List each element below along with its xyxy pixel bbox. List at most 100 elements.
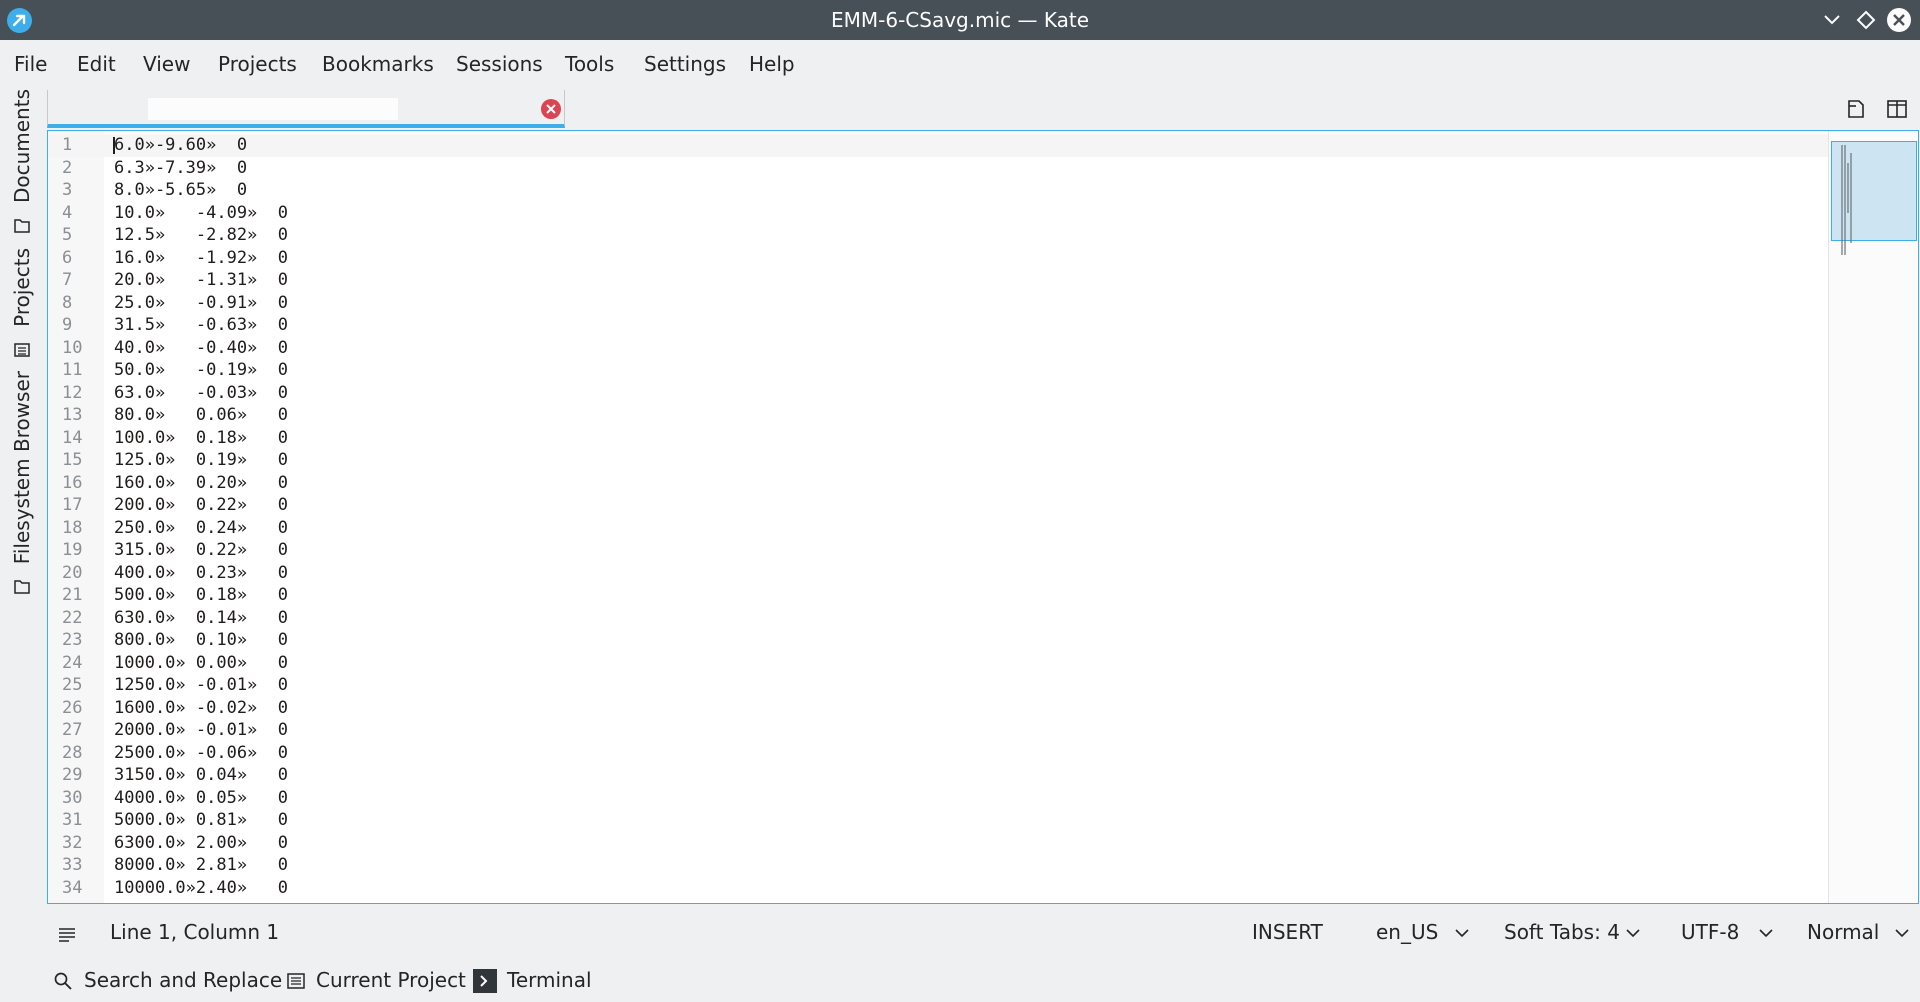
menu-bookmarks[interactable]: Bookmarks xyxy=(322,40,434,88)
line-text[interactable]: 80.0» 0.06» 0 xyxy=(114,404,288,427)
editor-line[interactable]: 23 800.0» 0.10» 0 xyxy=(48,629,1828,652)
editor-line[interactable]: 5 12.5» -2.82» 0 xyxy=(48,224,1828,247)
encoding-selector[interactable]: UTF-8 xyxy=(1681,906,1739,958)
sidebar-tab-filesystem-browser[interactable]: Filesystem Browser xyxy=(0,367,44,604)
editor-line[interactable]: 6 16.0» -1.92» 0 xyxy=(48,247,1828,270)
editor-line[interactable]: 2 6.3»-7.39» 0 xyxy=(48,157,1828,180)
line-text[interactable]: 200.0» 0.22» 0 xyxy=(114,494,288,517)
editor-line[interactable]: 4 10.0» -4.09» 0 xyxy=(48,202,1828,225)
line-text[interactable]: 10.0» -4.09» 0 xyxy=(114,202,288,225)
chevron-down-icon[interactable] xyxy=(1894,925,1910,939)
edit-mode[interactable]: INSERT xyxy=(1252,906,1323,958)
document-tab[interactable] xyxy=(47,90,565,128)
tab-close-icon[interactable] xyxy=(541,99,561,119)
editor-line[interactable]: 7 20.0» -1.31» 0 xyxy=(48,269,1828,292)
line-text[interactable]: 125.0» 0.19» 0 xyxy=(114,449,288,472)
line-text[interactable]: 800.0» 0.10» 0 xyxy=(114,629,288,652)
editor-line[interactable]: 21 500.0» 0.18» 0 xyxy=(48,584,1828,607)
editor-line[interactable]: 25 1250.0» -0.01» 0 xyxy=(48,674,1828,697)
search-and-replace-button[interactable]: Search and Replace xyxy=(53,958,282,1002)
chevron-down-icon[interactable] xyxy=(1758,925,1774,939)
sidebar-tab-documents[interactable]: Documents xyxy=(0,88,44,243)
editor-line[interactable]: 28 2500.0» -0.06» 0 xyxy=(48,742,1828,765)
dictionary-selector[interactable]: en_US xyxy=(1376,906,1438,958)
line-text[interactable]: 4000.0» 0.05» 0 xyxy=(114,787,288,810)
text-editor[interactable]: 1 6.0»-9.60» 0 2 6.3»-7.39» 0 3 8.0»-5.65» 04… xyxy=(47,130,1919,904)
editor-line[interactable]: 24 1000.0» 0.00» 0 xyxy=(48,652,1828,675)
line-text[interactable]: 250.0» 0.24» 0 xyxy=(114,517,288,540)
editor-line[interactable]: 16 160.0» 0.20» 0 xyxy=(48,472,1828,495)
line-text[interactable]: 400.0» 0.23» 0 xyxy=(114,562,288,585)
chevron-down-icon[interactable] xyxy=(1625,925,1641,939)
editor-line[interactable]: 8 25.0» -0.91» 0 xyxy=(48,292,1828,315)
line-text[interactable]: 20.0» -1.31» 0 xyxy=(114,269,288,292)
editor-line[interactable]: 17 200.0» 0.22» 0 xyxy=(48,494,1828,517)
line-text[interactable]: 5000.0» 0.81» 0 xyxy=(114,809,288,832)
editor-line[interactable]: 20 400.0» 0.23» 0 xyxy=(48,562,1828,585)
editor-line[interactable]: 14 100.0» 0.18» 0 xyxy=(48,427,1828,450)
chevron-down-icon[interactable] xyxy=(1454,925,1470,939)
split-view-icon[interactable] xyxy=(1885,97,1909,121)
line-text[interactable]: 6.3»-7.39» 0 xyxy=(114,157,247,180)
document-menu-icon[interactable] xyxy=(57,906,77,958)
editor-line[interactable]: 10 40.0» -0.40» 0 xyxy=(48,337,1828,360)
maximize-button[interactable] xyxy=(1854,8,1878,32)
line-text[interactable]: 63.0» -0.03» 0 xyxy=(114,382,288,405)
menu-help[interactable]: Help xyxy=(749,40,795,88)
editor-line[interactable]: 9 31.5» -0.63» 0 xyxy=(48,314,1828,337)
line-text[interactable]: 6.0»-9.60» 0 xyxy=(114,134,247,157)
line-text[interactable]: 2000.0» -0.01» 0 xyxy=(114,719,288,742)
line-text[interactable]: 100.0» 0.18» 0 xyxy=(114,427,288,450)
line-text[interactable]: 1250.0» -0.01» 0 xyxy=(114,674,288,697)
editor-line[interactable]: 11 50.0» -0.19» 0 xyxy=(48,359,1828,382)
line-text[interactable]: 1000.0» 0.00» 0 xyxy=(114,652,288,675)
new-document-icon[interactable] xyxy=(1844,97,1868,121)
editor-line[interactable]: 18 250.0» 0.24» 0 xyxy=(48,517,1828,540)
menu-projects[interactable]: Projects xyxy=(218,40,297,88)
line-text[interactable]: 16.0» -1.92» 0 xyxy=(114,247,288,270)
editor-line[interactable]: 3 8.0»-5.65» 0 xyxy=(48,179,1828,202)
menu-settings[interactable]: Settings xyxy=(644,40,726,88)
line-text[interactable]: 3150.0» 0.04» 0 xyxy=(114,764,288,787)
editor-line[interactable]: 26 1600.0» -0.02» 0 xyxy=(48,697,1828,720)
editor-line[interactable]: 31 5000.0» 0.81» 0 xyxy=(48,809,1828,832)
minimize-button[interactable] xyxy=(1820,8,1844,32)
current-project-button[interactable]: Current Project xyxy=(286,958,468,1002)
line-text[interactable]: 500.0» 0.18» 0 xyxy=(114,584,288,607)
line-text[interactable]: 12.5» -2.82» 0 xyxy=(114,224,288,247)
terminal-button[interactable]: Terminal xyxy=(473,958,603,1002)
line-text[interactable]: 50.0» -0.19» 0 xyxy=(114,359,288,382)
line-text[interactable]: 8.0»-5.65» 0 xyxy=(114,179,247,202)
editor-line[interactable]: 33 8000.0» 2.81» 0 xyxy=(48,854,1828,877)
cursor-position[interactable]: Line 1, Column 1 xyxy=(110,906,279,958)
input-mode-selector[interactable]: Normal xyxy=(1807,906,1879,958)
line-text[interactable]: 8000.0» 2.81» 0 xyxy=(114,854,288,877)
menu-view[interactable]: View xyxy=(143,40,190,88)
editor-line[interactable]: 19 315.0» 0.22» 0 xyxy=(48,539,1828,562)
line-text[interactable]: 10000.0»2.40» 0 xyxy=(114,877,288,900)
editor-line[interactable]: 32 6300.0» 2.00» 0 xyxy=(48,832,1828,855)
editor-line[interactable]: 1 6.0»-9.60» 0 xyxy=(48,134,1828,157)
line-text[interactable]: 31.5» -0.63» 0 xyxy=(114,314,288,337)
line-text[interactable]: 1600.0» -0.02» 0 xyxy=(114,697,288,720)
line-text[interactable]: 630.0» 0.14» 0 xyxy=(114,607,288,630)
menu-file[interactable]: File xyxy=(14,40,47,88)
editor-line[interactable]: 30 4000.0» 0.05» 0 xyxy=(48,787,1828,810)
line-text[interactable]: 315.0» 0.22» 0 xyxy=(114,539,288,562)
line-text[interactable]: 40.0» -0.40» 0 xyxy=(114,337,288,360)
editor-line[interactable]: 13 80.0» 0.06» 0 xyxy=(48,404,1828,427)
menu-edit[interactable]: Edit xyxy=(77,40,116,88)
line-text[interactable]: 25.0» -0.91» 0 xyxy=(114,292,288,315)
menu-tools[interactable]: Tools xyxy=(565,40,614,88)
editor-line[interactable]: 34 10000.0»2.40» 0 xyxy=(48,877,1828,900)
minimap-scrollbar[interactable] xyxy=(1828,131,1918,903)
editor-line[interactable]: 27 2000.0» -0.01» 0 xyxy=(48,719,1828,742)
editor-line[interactable]: 22 630.0» 0.14» 0 xyxy=(48,607,1828,630)
editor-line[interactable]: 29 3150.0» 0.04» 0 xyxy=(48,764,1828,787)
line-text[interactable]: 160.0» 0.20» 0 xyxy=(114,472,288,495)
close-window-button[interactable] xyxy=(1887,8,1911,32)
line-text[interactable]: 2500.0» -0.06» 0 xyxy=(114,742,288,765)
sidebar-tab-projects[interactable]: Projects xyxy=(0,243,44,367)
indentation-selector[interactable]: Soft Tabs: 4 xyxy=(1504,906,1620,958)
editor-line[interactable]: 15 125.0» 0.19» 0 xyxy=(48,449,1828,472)
